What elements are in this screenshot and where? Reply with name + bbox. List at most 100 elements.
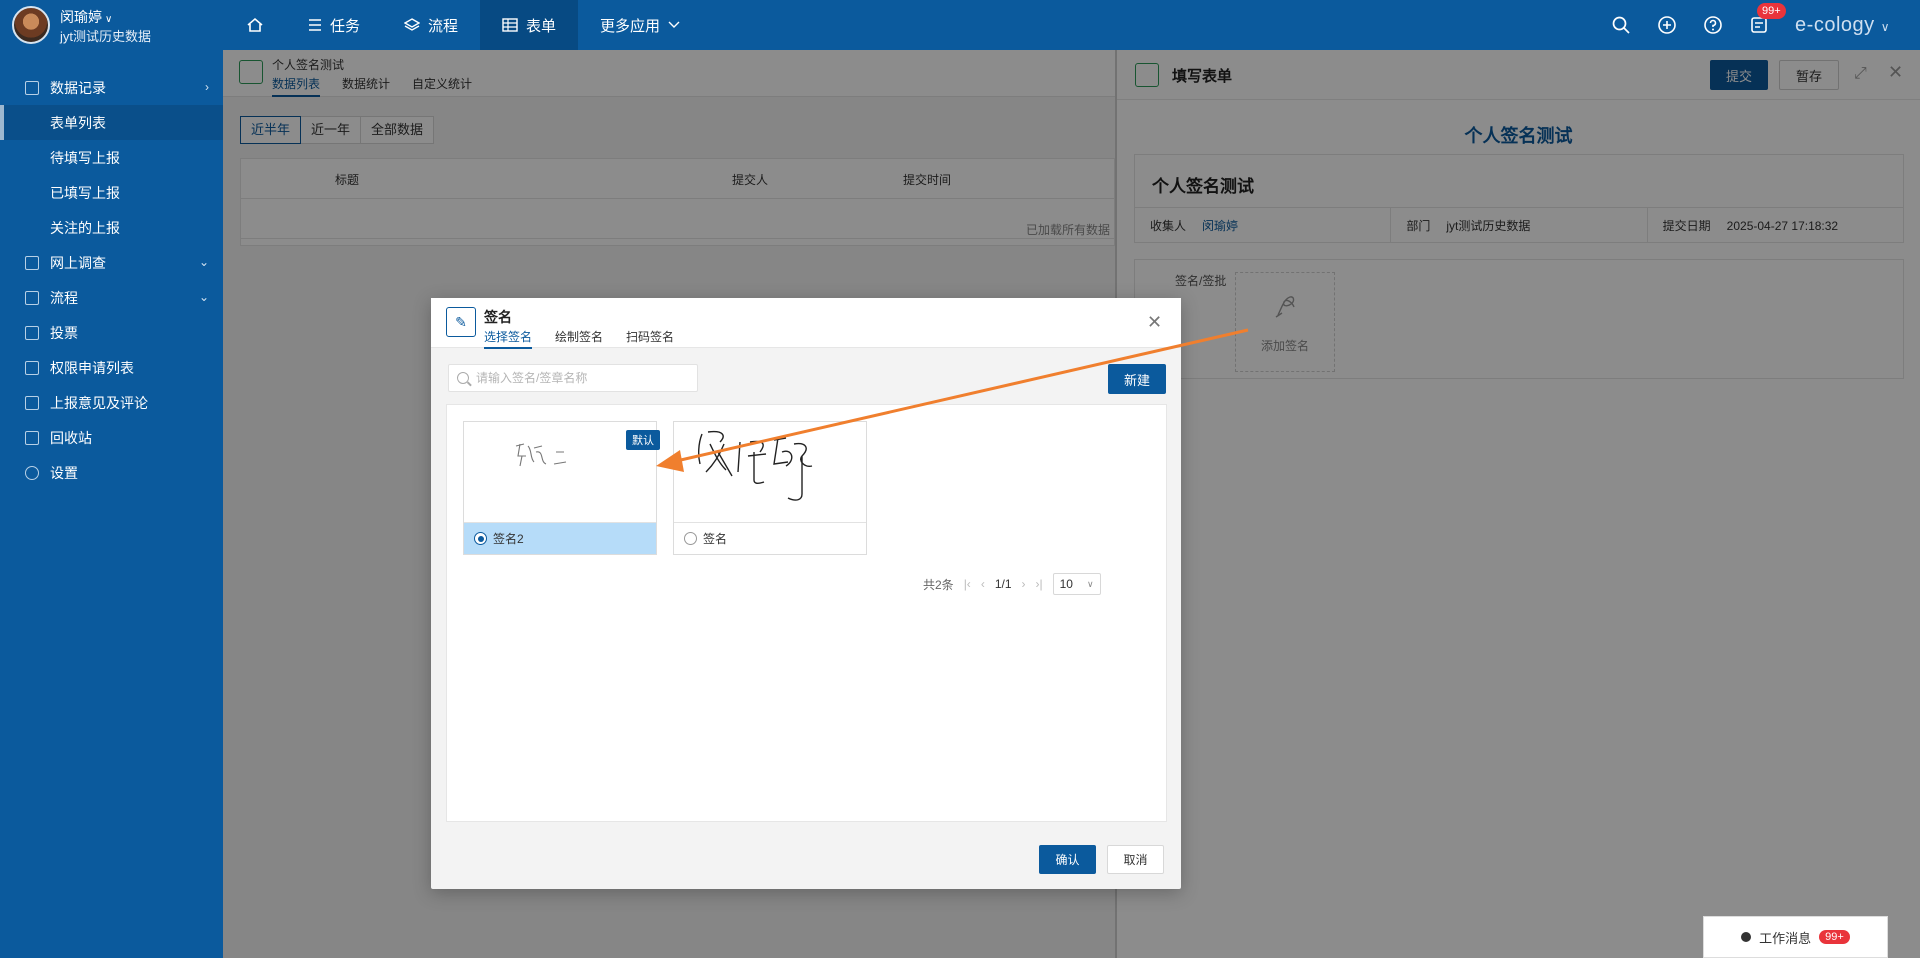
confirm-button[interactable]: 确认 — [1039, 845, 1096, 874]
sidebar-item-form-list[interactable]: 表单列表 — [0, 105, 223, 140]
brand-logo[interactable]: e-cology ∨ — [1795, 14, 1890, 37]
sidebar: 数据记录 › 表单列表 待填写上报 已填写上报 关注的上报 网上调查 ⌄ 流程 ⌄ 投… — [0, 50, 223, 958]
search-input[interactable] — [476, 369, 691, 387]
sidebar-item-followed[interactable]: 关注的上报 — [0, 210, 223, 245]
chevron-down-icon: ∨ — [1087, 578, 1094, 589]
chevron-down-icon — [668, 21, 680, 28]
sidebar-item-pending[interactable]: 待填写上报 — [0, 140, 223, 175]
help-icon[interactable] — [1703, 15, 1723, 35]
chevron-down-icon: ⌄ — [198, 255, 209, 269]
nav-home[interactable] — [224, 0, 286, 50]
signature-dialog: ✎ 签名 选择签名 绘制签名 扫码签名 ✕ 新建 默认 签名2 — [431, 298, 1181, 889]
record-icon — [25, 80, 39, 95]
page-size-select[interactable]: 10 ∨ — [1052, 573, 1101, 595]
next-page-icon[interactable]: › — [1022, 577, 1026, 591]
nav-forms[interactable]: 表单 — [480, 0, 579, 50]
trash-icon — [25, 430, 39, 445]
sidebar-item-label: 待填写上报 — [50, 149, 120, 166]
search-icon — [457, 372, 469, 384]
top-bar: 闵瑜婷 ∨ jyt测试历史数据 任务 流程 表单 更多应用 99+ e-colo… — [0, 0, 1920, 50]
sidebar-item-label: 权限申请列表 — [50, 359, 134, 376]
layers-icon — [25, 360, 39, 375]
workflow-icon — [25, 290, 39, 305]
top-nav: 任务 流程 表单 更多应用 — [224, 0, 702, 50]
user-menu[interactable]: 闵瑜婷 ∨ — [60, 7, 112, 27]
signature-card-footer: 签名2 — [464, 522, 656, 554]
signature-card[interactable]: 默认 签名2 — [463, 421, 660, 555]
signature-image — [697, 430, 813, 501]
signature-list: 默认 签名2 签名 共2条 |‹ ‹ 1/1 › ›| 10 ∨ — [446, 404, 1167, 822]
work-message-label: 工作消息 — [1759, 930, 1812, 946]
signature-card-footer: 签名 — [674, 522, 866, 554]
notification-button[interactable]: 99+ — [1749, 3, 1786, 35]
dialog-tabs: 选择签名 绘制签名 扫码签名 — [484, 328, 674, 349]
message-dot-icon — [1741, 932, 1752, 942]
table-icon — [502, 18, 518, 32]
sidebar-item-label: 设置 — [50, 464, 78, 481]
sidebar-item-label: 回收站 — [50, 429, 92, 446]
nav-tasks[interactable]: 任务 — [286, 0, 382, 50]
signature-radio[interactable] — [474, 532, 487, 545]
sidebar-item-survey[interactable]: 网上调查 ⌄ — [0, 245, 223, 280]
sidebar-item-label: 已填写上报 — [50, 184, 120, 201]
pen-icon: ✎ — [446, 307, 476, 337]
gear-icon — [25, 465, 39, 480]
total-count: 共2条 — [923, 577, 954, 592]
sidebar-item-vote[interactable]: 投票 — [0, 315, 223, 350]
tab-draw-signature[interactable]: 绘制签名 — [555, 328, 603, 349]
top-icons: 99+ e-cology ∨ — [1611, 0, 1890, 50]
edit-icon — [25, 255, 39, 270]
sidebar-item-recycle[interactable]: 回收站 — [0, 420, 223, 455]
notification-badge: 99+ — [1757, 3, 1786, 19]
sidebar-item-label: 关注的上报 — [50, 219, 120, 236]
first-page-icon[interactable]: |‹ — [964, 577, 971, 591]
last-page-icon[interactable]: ›| — [1036, 577, 1043, 591]
chevron-down-icon: ∨ — [105, 14, 113, 25]
work-message-button[interactable]: 工作消息 99+ — [1703, 916, 1888, 958]
comment-icon — [25, 395, 39, 410]
nav-label: 流程 — [428, 17, 459, 35]
nav-label: 表单 — [526, 17, 557, 35]
page-indicator: 1/1 — [994, 577, 1012, 591]
prev-page-icon[interactable]: ‹ — [981, 577, 985, 591]
close-icon[interactable]: ✕ — [1147, 312, 1162, 333]
signature-name: 签名2 — [493, 532, 524, 546]
sidebar-item-label: 数据记录 — [50, 79, 106, 96]
sidebar-item-label: 上报意见及评论 — [50, 394, 148, 411]
nav-more-apps[interactable]: 更多应用 — [578, 0, 702, 50]
signature-name: 签名 — [703, 532, 728, 546]
sidebar-item-label: 表单列表 — [50, 114, 106, 131]
nav-workflow[interactable]: 流程 — [382, 0, 480, 50]
sidebar-item-data-records[interactable]: 数据记录 › — [0, 70, 223, 105]
avatar[interactable] — [12, 6, 50, 44]
user-dept: jyt测试历史数据 — [60, 29, 152, 44]
sidebar-item-settings[interactable]: 设置 — [0, 455, 223, 490]
new-signature-button[interactable]: 新建 — [1108, 364, 1166, 394]
chevron-down-icon: ⌄ — [198, 290, 209, 304]
nav-label: 更多应用 — [600, 17, 661, 35]
page-size-value: 10 — [1059, 577, 1073, 591]
sidebar-item-comments[interactable]: 上报意见及评论 — [0, 385, 223, 420]
signature-search — [448, 364, 698, 392]
sidebar-item-submitted[interactable]: 已填写上报 — [0, 175, 223, 210]
dialog-header: ✎ 签名 选择签名 绘制签名 扫码签名 ✕ — [431, 298, 1181, 349]
chevron-down-icon: ∨ — [1880, 19, 1890, 34]
sidebar-item-label: 流程 — [50, 289, 78, 306]
sidebar-item-label: 投票 — [50, 324, 78, 341]
vote-icon — [25, 325, 39, 340]
sidebar-item-permission[interactable]: 权限申请列表 — [0, 350, 223, 385]
tab-scan-signature[interactable]: 扫码签名 — [626, 328, 674, 349]
dialog-title: 签名 — [484, 309, 512, 325]
nav-label: 任务 — [330, 17, 361, 35]
tab-select-signature[interactable]: 选择签名 — [484, 328, 533, 349]
cancel-button[interactable]: 取消 — [1107, 845, 1164, 874]
search-icon[interactable] — [1611, 15, 1631, 35]
chevron-right-icon: › — [205, 80, 209, 94]
work-message-badge: 99+ — [1819, 930, 1850, 944]
home-icon — [247, 17, 263, 32]
signature-radio[interactable] — [684, 532, 697, 545]
add-icon[interactable] — [1657, 15, 1677, 35]
signature-card[interactable]: 签名 — [673, 421, 867, 555]
pagination: 共2条 |‹ ‹ 1/1 › ›| 10 ∨ — [923, 573, 1101, 595]
sidebar-item-workflow[interactable]: 流程 ⌄ — [0, 280, 223, 315]
